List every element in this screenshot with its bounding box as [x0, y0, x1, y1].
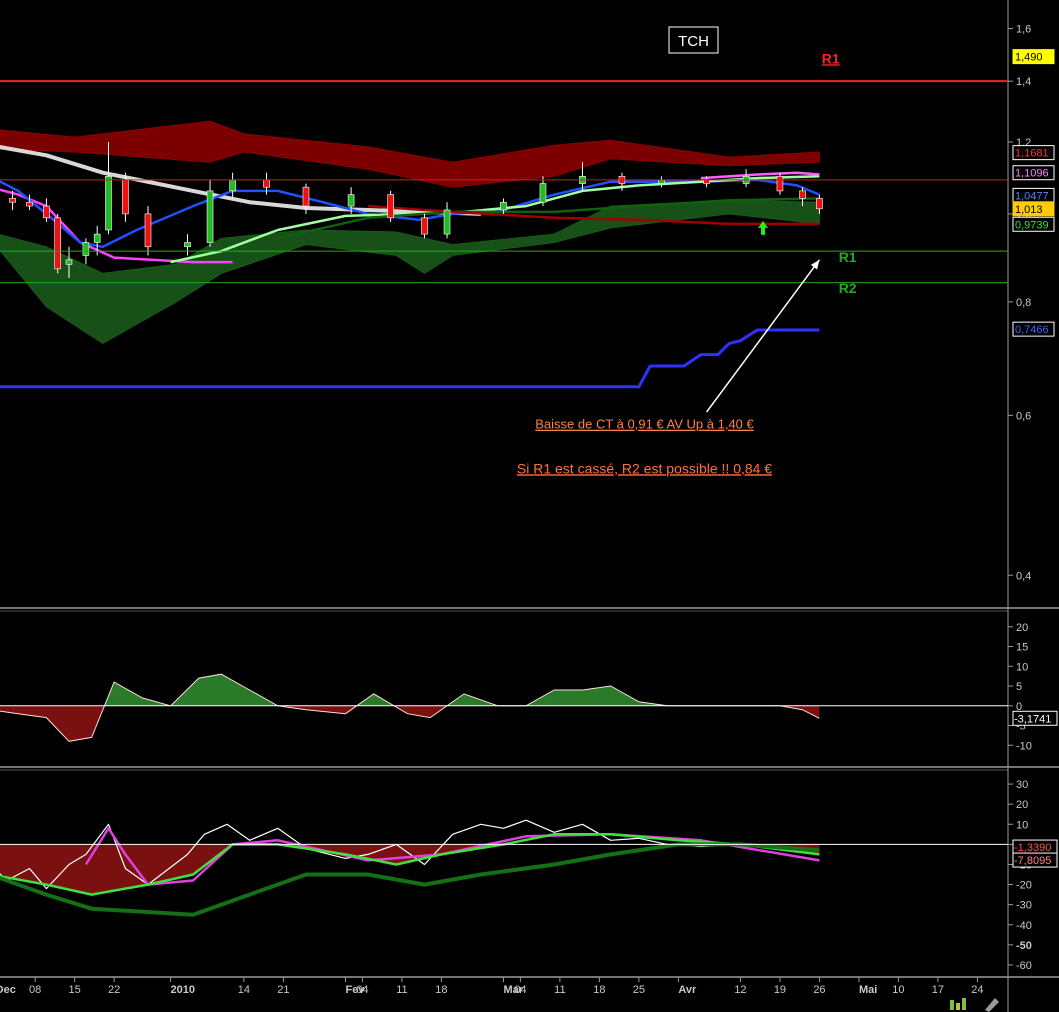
x-tick-label: 19 [774, 984, 786, 996]
y-tick-label: 0,4 [1016, 570, 1031, 582]
candle-body [539, 183, 547, 203]
y-tick-label: 30 [1016, 779, 1028, 791]
candle-body [82, 242, 90, 256]
y-tick-label: 5 [1016, 681, 1022, 693]
x-tick-label: Avr [678, 984, 697, 996]
x-tick-label: 04 [514, 984, 526, 996]
candle-body [105, 175, 112, 231]
oscillator-2-axis: 3020100-10-20-30-40-50-60 [1008, 779, 1032, 972]
candle-body [122, 179, 129, 215]
candle-body [387, 194, 394, 219]
price-badge-label: 0,7466 [1015, 324, 1049, 336]
candle-body [263, 179, 270, 188]
x-tick-label: 10 [892, 984, 904, 996]
bar-chart-icon[interactable] [950, 1000, 954, 1010]
y-tick-label: 20 [1016, 622, 1028, 634]
candle-body [776, 175, 784, 192]
x-tick-label: Mai [859, 984, 877, 996]
level-label: R2 [839, 280, 857, 296]
oscillator-1-badges: -3,1741 [1012, 710, 1058, 726]
candle-body [26, 201, 33, 207]
candle-body [816, 198, 823, 210]
y-tick-label: -10 [1016, 740, 1032, 752]
y-tick-label: 20 [1016, 799, 1028, 811]
ticker-title: TCH [678, 33, 709, 50]
y-tick-label: 0,6 [1016, 410, 1031, 422]
y-tick-label: 10 [1016, 819, 1028, 831]
draw-tool-icon[interactable] [985, 998, 999, 1012]
price-badge-label: 1,013 [1015, 204, 1043, 216]
price-badge-label: 0,9739 [1015, 219, 1049, 231]
y-tick-label: -50 [1016, 940, 1032, 952]
candle-body [229, 179, 236, 192]
annotation-text: Baisse de CT à 0,91 € AV Up à 1,40 € [535, 417, 754, 432]
y-tick-label: -20 [1016, 880, 1032, 892]
bar-chart-icon-2[interactable] [956, 1003, 960, 1010]
value-badge-label: -1,3390 [1014, 842, 1051, 854]
level-label: R1 [839, 249, 857, 265]
x-tick-label: 12 [734, 984, 746, 996]
y-tick-label: -40 [1016, 920, 1032, 932]
value-badge-label: -7,8095 [1014, 855, 1051, 867]
toolbar-icons[interactable] [950, 998, 999, 1012]
candle-body [65, 259, 73, 265]
bar-chart-icon-3[interactable] [962, 998, 966, 1010]
y-tick-label: 0,8 [1016, 297, 1031, 309]
candle-body [54, 217, 62, 270]
x-tick-label: 11 [554, 984, 565, 996]
y-tick-label: -30 [1016, 900, 1032, 912]
y-tick-label: 1,6 [1016, 24, 1031, 36]
x-tick-label: 17 [932, 984, 944, 996]
x-tick-label: 22 [108, 984, 120, 996]
candle-body [347, 194, 355, 207]
x-tick-label: 26 [813, 984, 825, 996]
candle-body [206, 190, 214, 243]
oscillator-1 [0, 673, 1008, 742]
negative-area [0, 705, 820, 742]
price-badges: 1,490 1,1681 1,1096 1,0477 1,013 0,9739 0,7466 [1012, 49, 1055, 337]
candle-body [43, 205, 50, 219]
x-tick-label: 2010 [171, 984, 195, 996]
x-tick-label: 14 [238, 984, 250, 996]
x-tick-label: 18 [593, 984, 605, 996]
candle-body [302, 186, 310, 207]
x-tick-label: 21 [277, 984, 289, 996]
candle-body [799, 190, 806, 199]
date-axis: Dec08152220101421Fev041118Mar04111825Avr… [0, 977, 984, 996]
y-tick-label: 15 [1016, 642, 1028, 654]
x-tick-label: 11 [396, 984, 407, 996]
value-badge-label: -3,1741 [1014, 713, 1051, 725]
y-tick-label: 10 [1016, 661, 1028, 673]
price-badge-label: 1,1096 [1015, 168, 1049, 180]
x-tick-label: 08 [29, 984, 41, 996]
main-axis: 1,61,41,21,00,80,60,4 [1008, 24, 1031, 582]
y-tick-label: 1,4 [1016, 76, 1031, 88]
oscillator-2-badges: -1,3390-7,8095 [1012, 839, 1058, 868]
x-tick-label: 25 [633, 984, 645, 996]
annotation-text: Si R1 est cassé, R2 est possible !! 0,84… [517, 460, 772, 476]
candle-body [658, 179, 665, 184]
candle-body [9, 198, 16, 203]
candle-body [144, 213, 152, 248]
price-badge-label: 1,1681 [1015, 148, 1049, 160]
trading-chart: 1,61,41,21,00,80,60,4 R1R1R2 Baisse de C… [0, 0, 1059, 1012]
candle-body [443, 209, 451, 235]
y-tick-label: -60 [1016, 960, 1032, 972]
oscillator-2 [0, 819, 1008, 917]
price-badge-label: 1,490 [1015, 52, 1043, 64]
price-badge-label: 1,0477 [1015, 190, 1049, 202]
candle-body [421, 217, 428, 235]
candle-body [93, 233, 101, 243]
candle-body [500, 201, 507, 211]
x-tick-label: 24 [971, 984, 983, 996]
x-tick-label: 18 [435, 984, 447, 996]
ticker-box: TCH [668, 26, 719, 54]
candle-body [184, 242, 191, 248]
level-label: R1 [822, 50, 840, 66]
x-tick-label: 04 [356, 984, 368, 996]
candle-body [703, 179, 710, 184]
x-tick-label: 15 [69, 984, 81, 996]
oscillator-1-axis: 20151050-5-10 [1008, 622, 1032, 752]
x-tick-label: Dec [0, 984, 16, 996]
